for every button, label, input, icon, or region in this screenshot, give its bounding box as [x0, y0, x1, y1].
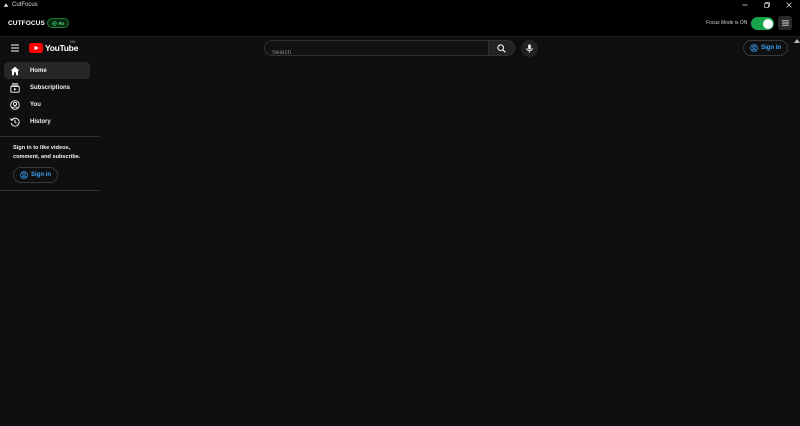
- focus-mode-toggle[interactable]: [751, 17, 774, 30]
- header-sign-in-label: Sign in: [761, 45, 781, 51]
- caret-up-icon: [793, 38, 800, 43]
- sign-in-prompt: Sign in to like videos, comment, and sub…: [13, 145, 81, 160]
- status-badge-label: Rs: [58, 20, 65, 26]
- search-button[interactable]: [488, 40, 515, 56]
- sidebar-item-label: Subscriptions: [30, 84, 71, 91]
- restore-icon: [764, 2, 770, 8]
- app-brand: CUTFOCUS: [8, 20, 45, 27]
- sidebar-item-subscriptions[interactable]: Subscriptions: [4, 79, 90, 96]
- minimize-button[interactable]: [734, 0, 756, 10]
- focus-status-icon: [51, 20, 57, 26]
- youtube-logo[interactable]: YouTube NG: [29, 40, 78, 54]
- minimize-icon: [742, 4, 748, 6]
- account-icon: [10, 99, 20, 110]
- sidebar-item-you[interactable]: You: [4, 96, 90, 113]
- app-header: CUTFOCUS Rs Focus Mode is ON: [0, 10, 800, 37]
- guide-menu-icon[interactable]: [10, 43, 20, 53]
- home-icon: [10, 66, 20, 75]
- youtube-header: YouTube NG Sign in: [0, 37, 793, 60]
- voice-search-button[interactable]: [521, 40, 538, 57]
- account-circle-icon: [750, 44, 758, 52]
- history-icon: [10, 117, 20, 127]
- search-input[interactable]: [265, 46, 488, 60]
- scroll-up-button[interactable]: [793, 37, 800, 44]
- sidebar-divider: [0, 190, 100, 191]
- sidebar-item-label: Home: [30, 67, 47, 74]
- app-icon: [3, 3, 9, 7]
- status-badge: Rs: [47, 18, 69, 28]
- menu-icon: [781, 20, 789, 26]
- account-circle-icon: [20, 171, 28, 179]
- focus-mode-label: Focus Mode is ON: [706, 20, 748, 26]
- window-title: CutFocus: [12, 2, 38, 8]
- sidebar-item-label: You: [30, 101, 41, 108]
- country-code: NG: [70, 40, 76, 44]
- app-menu-button[interactable]: [778, 16, 792, 30]
- restore-button[interactable]: [756, 0, 778, 10]
- close-icon: [786, 2, 792, 8]
- sidebar-item-label: History: [30, 118, 51, 125]
- toggle-knob: [762, 18, 773, 29]
- search-icon: [497, 43, 506, 53]
- sidebar-sign-in-section: Sign in to like videos, comment, and sub…: [0, 137, 100, 190]
- youtube-wordmark: YouTube: [45, 43, 78, 53]
- sidebar-item-home[interactable]: Home: [4, 62, 90, 79]
- sidebar-item-history[interactable]: History: [4, 113, 90, 130]
- header-sign-in-button[interactable]: Sign in: [743, 40, 788, 56]
- search-box: [264, 40, 488, 60]
- close-button[interactable]: [778, 0, 800, 10]
- sidebar-sign-in-button[interactable]: Sign in: [13, 167, 58, 183]
- guide-sidebar: Home Subscriptions You History Sign in t…: [0, 62, 100, 191]
- microphone-icon: [526, 44, 533, 53]
- window-titlebar: CutFocus: [0, 0, 800, 10]
- youtube-play-icon: [29, 43, 43, 53]
- subscriptions-icon: [10, 82, 20, 93]
- sidebar-sign-in-label: Sign in: [31, 172, 51, 178]
